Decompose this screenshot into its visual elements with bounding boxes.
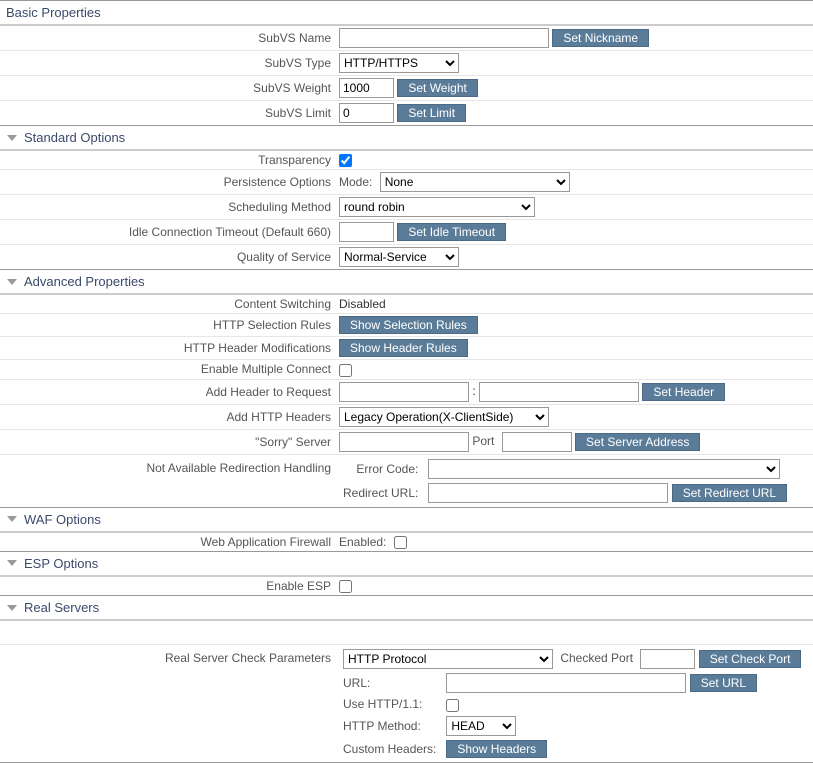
standard-options-table: Transparency Persistence Options Mode: N… — [0, 150, 813, 269]
scheduling-method-select[interactable]: round robin — [339, 197, 535, 217]
section-title: Basic Properties — [6, 5, 101, 20]
add-http-headers-select[interactable]: Legacy Operation(X-ClientSide) — [339, 407, 549, 427]
subvs-limit-input[interactable] — [339, 103, 394, 123]
url-input[interactable] — [446, 673, 686, 693]
http-selection-rules-label: HTTP Selection Rules — [0, 314, 335, 337]
chevron-down-icon — [6, 276, 18, 288]
checked-port-label: Checked Port — [560, 651, 633, 665]
waf-options-table: Web Application Firewall Enabled: — [0, 532, 813, 551]
section-esp-options[interactable]: ESP Options — [0, 551, 813, 576]
error-code-label: Error Code: — [339, 457, 424, 481]
advanced-properties-table: Content Switching Disabled HTTP Selectio… — [0, 294, 813, 506]
set-header-button[interactable]: Set Header — [642, 383, 725, 401]
persistence-mode-select[interactable]: None — [380, 172, 570, 192]
sorry-port-input[interactable] — [502, 432, 572, 452]
set-server-address-button[interactable]: Set Server Address — [575, 433, 700, 451]
idle-timeout-label: Idle Connection Timeout (Default 660) — [0, 220, 335, 245]
mode-label: Mode: — [339, 175, 372, 189]
check-params-label: Real Server Check Parameters — [0, 645, 335, 762]
set-redirect-url-button[interactable]: Set Redirect URL — [672, 484, 787, 502]
content-switching-value: Disabled — [335, 295, 813, 314]
subvs-name-label: SubVS Name — [0, 26, 335, 51]
show-header-rules-button[interactable]: Show Header Rules — [339, 339, 468, 357]
checked-port-input[interactable] — [640, 649, 695, 669]
add-header-value-input[interactable] — [479, 382, 639, 402]
subvs-weight-label: SubVS Weight — [0, 76, 335, 101]
set-idle-timeout-button[interactable]: Set Idle Timeout — [397, 223, 506, 241]
chevron-down-icon — [6, 513, 18, 525]
sorry-server-label: "Sorry" Server — [0, 429, 335, 454]
qos-label: Quality of Service — [0, 245, 335, 270]
section-advanced-properties[interactable]: Advanced Properties — [0, 269, 813, 294]
add-header-label: Add Header to Request — [0, 379, 335, 404]
add-header-key-input[interactable] — [339, 382, 469, 402]
basic-properties-table: SubVS Name Set Nickname SubVS Type HTTP/… — [0, 25, 813, 125]
idle-timeout-input[interactable] — [339, 222, 394, 242]
not-available-redirection-label: Not Available Redirection Handling — [0, 454, 335, 507]
waf-enabled-label: Enabled: — [339, 535, 386, 549]
show-headers-button[interactable]: Show Headers — [446, 740, 547, 758]
section-real-servers[interactable]: Real Servers — [0, 595, 813, 620]
http-header-mod-label: HTTP Header Modifications — [0, 337, 335, 360]
add-http-headers-label: Add HTTP Headers — [0, 404, 335, 429]
header-separator: : — [472, 384, 475, 398]
section-basic-properties: Basic Properties — [0, 0, 813, 25]
section-title: WAF Options — [24, 512, 101, 527]
http-method-label: HTTP Method: — [339, 714, 442, 738]
redirect-url-label: Redirect URL: — [339, 481, 424, 505]
qos-select[interactable]: Normal-Service — [339, 247, 459, 267]
section-title: ESP Options — [24, 556, 98, 571]
esp-options-table: Enable ESP — [0, 576, 813, 595]
section-title: Real Servers — [24, 600, 99, 615]
sorry-server-input[interactable] — [339, 432, 469, 452]
subvs-weight-input[interactable] — [339, 78, 394, 98]
subvs-limit-label: SubVS Limit — [0, 101, 335, 126]
real-servers-table: Real Server Check Parameters HTTP Protoc… — [0, 620, 813, 761]
set-url-button[interactable]: Set URL — [690, 674, 757, 692]
set-check-port-button[interactable]: Set Check Port — [699, 650, 802, 668]
section-standard-options[interactable]: Standard Options — [0, 125, 813, 150]
transparency-label: Transparency — [0, 151, 335, 170]
error-code-select[interactable] — [428, 459, 780, 479]
set-weight-button[interactable]: Set Weight — [397, 79, 477, 97]
set-nickname-button[interactable]: Set Nickname — [552, 29, 649, 47]
scheduling-method-label: Scheduling Method — [0, 195, 335, 220]
http11-label: Use HTTP/1.1: — [339, 695, 442, 713]
bottom-rule — [0, 762, 813, 763]
waf-enabled-checkbox[interactable] — [394, 536, 407, 549]
transparency-checkbox[interactable] — [339, 154, 352, 167]
enable-esp-checkbox[interactable] — [339, 580, 352, 593]
enable-esp-label: Enable ESP — [0, 576, 335, 595]
redirect-url-input[interactable] — [428, 483, 668, 503]
content-switching-label: Content Switching — [0, 295, 335, 314]
subvs-name-input[interactable] — [339, 28, 549, 48]
custom-headers-label: Custom Headers: — [339, 738, 442, 760]
set-limit-button[interactable]: Set Limit — [397, 104, 466, 122]
port-label: Port — [472, 434, 494, 448]
check-params-select[interactable]: HTTP Protocol — [343, 649, 553, 669]
section-waf-options[interactable]: WAF Options — [0, 507, 813, 532]
waf-label: Web Application Firewall — [0, 532, 335, 551]
url-label: URL: — [339, 671, 442, 695]
http11-checkbox[interactable] — [446, 699, 459, 712]
section-title: Standard Options — [24, 130, 125, 145]
http-method-select[interactable]: HEAD — [446, 716, 516, 736]
enable-multiple-connect-checkbox[interactable] — [339, 364, 352, 377]
chevron-down-icon — [6, 602, 18, 614]
subvs-type-label: SubVS Type — [0, 51, 335, 76]
enable-multiple-connect-label: Enable Multiple Connect — [0, 360, 335, 379]
show-selection-rules-button[interactable]: Show Selection Rules — [339, 316, 478, 334]
chevron-down-icon — [6, 557, 18, 569]
section-title: Advanced Properties — [24, 274, 145, 289]
persistence-options-label: Persistence Options — [0, 170, 335, 195]
chevron-down-icon — [6, 132, 18, 144]
subvs-type-select[interactable]: HTTP/HTTPS — [339, 53, 459, 73]
